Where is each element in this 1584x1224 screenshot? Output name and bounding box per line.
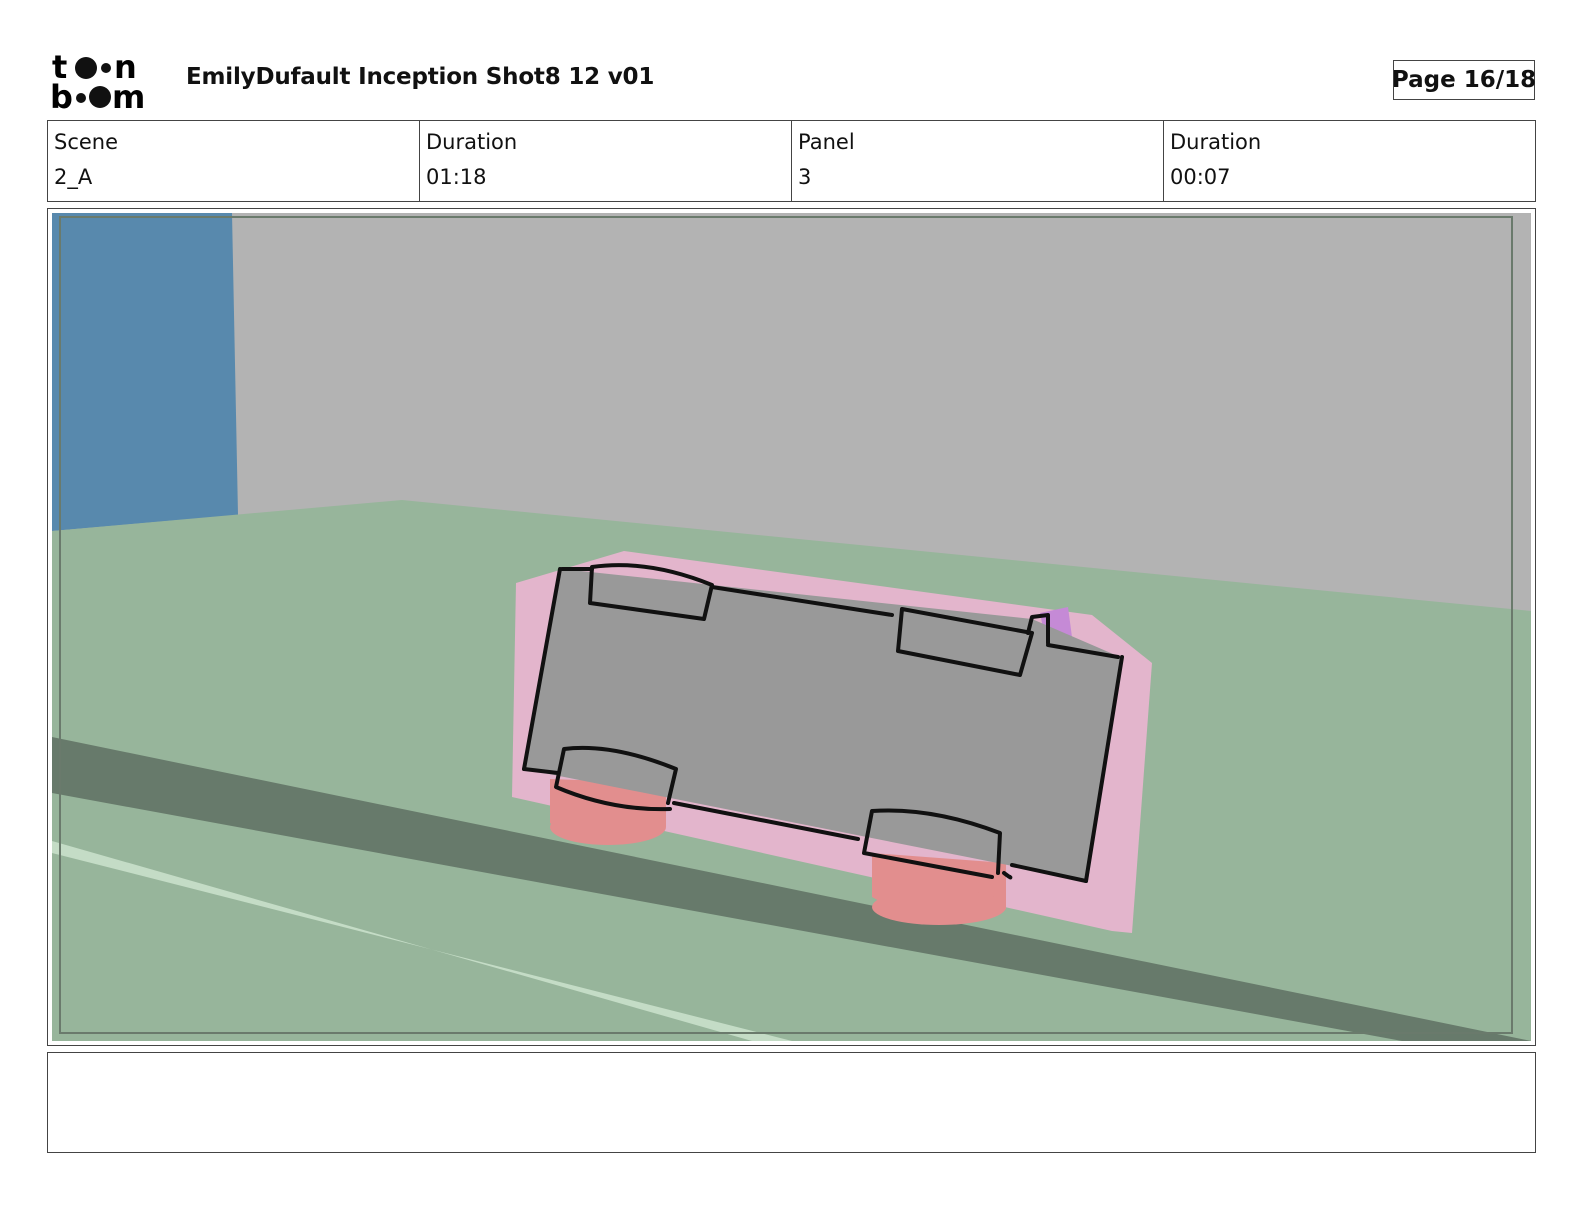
panel-cell: Panel 3	[792, 121, 1164, 201]
svg-text:b: b	[50, 78, 73, 112]
scene-value: 2_A	[54, 165, 93, 189]
storyboard-panel-image	[52, 213, 1531, 1041]
page-indicator: Page 16/18	[1392, 60, 1536, 100]
panel-label: Panel	[798, 130, 855, 154]
panel-duration-value: 00:07	[1170, 165, 1231, 189]
scene-label: Scene	[54, 130, 119, 154]
scene-duration-cell: Duration 01:18	[420, 121, 792, 201]
front-left-wheel-cap	[550, 809, 666, 845]
scene-cell: Scene 2_A	[48, 121, 420, 201]
document-title: EmilyDufault Inception Shot8 12 v01	[186, 64, 655, 90]
panel-notes-box	[47, 1052, 1536, 1153]
panel-value: 3	[798, 165, 812, 189]
scene-duration-value: 01:18	[426, 165, 487, 189]
scene-info-table: Scene 2_A Duration 01:18 Panel 3 Duratio…	[47, 120, 1536, 202]
blue-wall-block	[52, 213, 238, 531]
scene-duration-label: Duration	[426, 130, 518, 154]
rear-left-wheel-cap	[872, 889, 1006, 925]
panel-duration-cell: Duration 00:07	[1164, 121, 1535, 201]
storyboard-panel-frame	[47, 208, 1536, 1046]
toon-boom-logo-icon: t n b m	[50, 50, 145, 112]
panel-duration-label: Duration	[1170, 130, 1262, 154]
svg-text:m: m	[112, 78, 145, 112]
